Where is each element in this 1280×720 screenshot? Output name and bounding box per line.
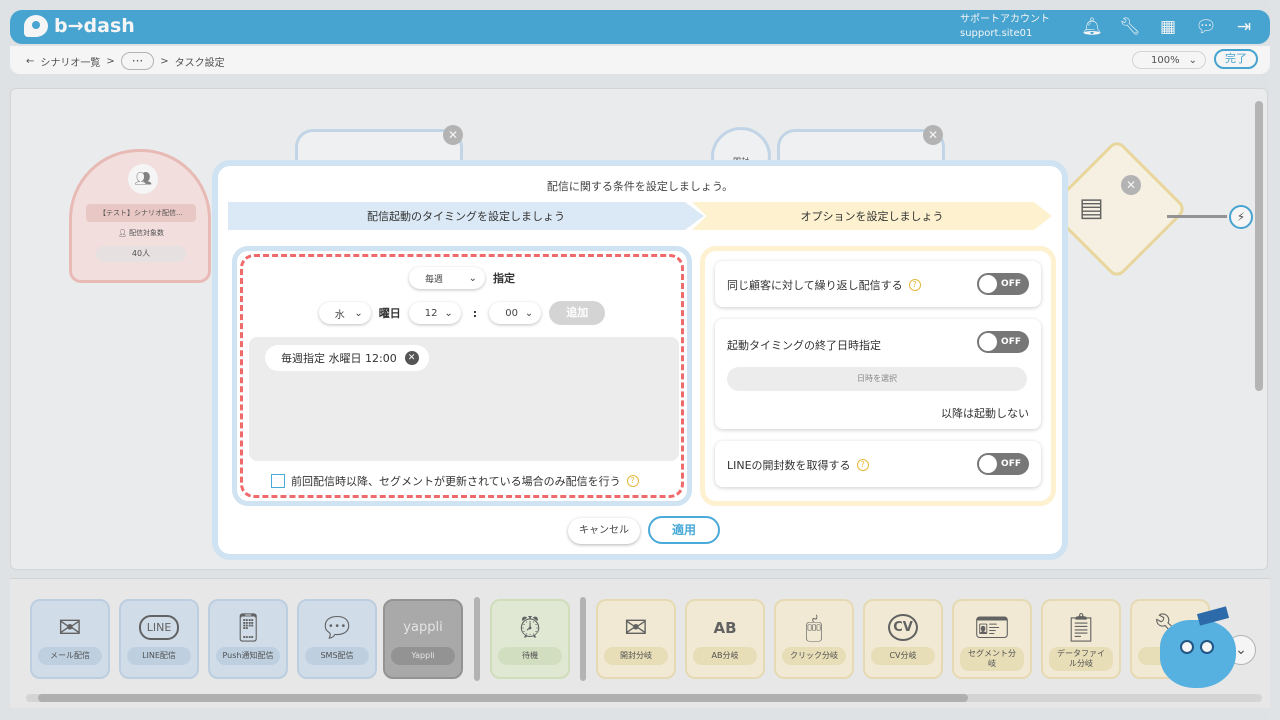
segment-update-label: 前回配信時以降、セグメントが更新されている場合のみ配信を行う — [291, 475, 621, 488]
hour-select[interactable]: 12 ⌄ — [408, 302, 461, 324]
minute-value: 00 — [505, 307, 518, 319]
schedule-chip-label: 毎週指定 水曜日 12:00 — [281, 352, 397, 365]
weekday-select[interactable]: 水 ⌄ — [318, 302, 371, 324]
repeat-toggle-state: OFF — [1001, 279, 1021, 289]
help-icon[interactable]: ? — [856, 459, 869, 471]
line-open-toggle-state: OFF — [1001, 459, 1021, 469]
time-colon: : — [472, 306, 478, 320]
condition-modal: 配信に関する条件を設定しましょう。 配信起動のタイミングを設定しましょう オプシ… — [212, 160, 1068, 560]
segment-update-option: 前回配信時以降、セグメントが更新されている場合のみ配信を行う ? — [271, 473, 639, 489]
add-button[interactable]: 追加 — [549, 301, 606, 325]
weekday-value: 水 — [334, 309, 345, 321]
chevron-down-icon: ⌄ — [468, 272, 477, 284]
toggle-knob — [979, 455, 997, 473]
end-date-toggle[interactable]: OFF — [977, 331, 1029, 353]
toggle-knob — [979, 333, 997, 351]
toggle-knob — [979, 275, 997, 293]
specify-label: 指定 — [493, 272, 515, 285]
datetime-select[interactable]: 日時を選択 — [727, 367, 1027, 391]
help-icon[interactable]: ? — [626, 475, 639, 487]
repeat-option: 同じ顧客に対して繰り返し配信する ? — [727, 277, 921, 293]
timing-panel: 毎週 ⌄ 指定 水 ⌄ 曜日 12 ⌄ : 00 ⌄ 追加 毎週指定 水曜日 1… — [232, 246, 692, 506]
timing-highlight-box: 毎週 ⌄ 指定 水 ⌄ 曜日 12 ⌄ : 00 ⌄ 追加 毎週指定 水曜日 1… — [240, 254, 684, 498]
line-open-toggle[interactable]: OFF — [977, 453, 1029, 475]
options-panel: 同じ顧客に対して繰り返し配信する ? OFF 起動タイミングの終了日時指定 OF… — [700, 246, 1056, 506]
frequency-select[interactable]: 毎週 ⌄ — [409, 267, 485, 289]
after-text: 以降は起動しない — [941, 407, 1029, 420]
segment-update-checkbox[interactable] — [271, 474, 285, 488]
end-date-option: 起動タイミングの終了日時指定 — [727, 337, 881, 353]
modal-title: 配信に関する条件を設定しましょう。 — [546, 180, 734, 193]
chevron-down-icon: ⌄ — [524, 307, 534, 319]
end-date-label: 起動タイミングの終了日時指定 — [727, 339, 881, 352]
repeat-label: 同じ顧客に対して繰り返し配信する — [727, 279, 903, 292]
minute-select[interactable]: 00 ⌄ — [489, 302, 542, 324]
end-date-option-card: 起動タイミングの終了日時指定 OFF 日時を選択 以降は起動しない — [715, 319, 1041, 429]
repeat-toggle[interactable]: OFF — [977, 273, 1029, 295]
repeat-option-card: 同じ顧客に対して繰り返し配信する ? OFF — [715, 261, 1041, 307]
help-icon[interactable]: ? — [908, 279, 921, 291]
apply-button[interactable]: 適用 — [648, 516, 720, 544]
step-options[interactable]: オプションを設定しましょう — [692, 202, 1052, 230]
line-open-option-card: LINEの開封数を取得する ? OFF — [715, 441, 1041, 487]
close-icon[interactable]: ✕ — [404, 351, 419, 365]
frequency-row: 毎週 ⌄ 指定 — [243, 267, 681, 289]
end-date-toggle-state: OFF — [1001, 337, 1021, 347]
schedule-list: 毎週指定 水曜日 12:00 ✕ — [249, 337, 679, 461]
line-open-option: LINEの開封数を取得する ? — [727, 457, 869, 473]
frequency-value: 毎週 — [425, 274, 444, 285]
line-open-label: LINEの開封数を取得する — [727, 459, 851, 472]
schedule-chip: 毎週指定 水曜日 12:00 ✕ — [265, 345, 429, 371]
step-timing[interactable]: 配信起動のタイミングを設定しましょう — [228, 202, 704, 230]
chevron-down-icon: ⌄ — [354, 307, 363, 319]
time-row: 水 ⌄ 曜日 12 ⌄ : 00 ⌄ 追加 — [243, 301, 681, 325]
weekday-label: 曜日 — [378, 307, 401, 320]
chevron-down-icon: ⌄ — [444, 307, 453, 319]
cancel-button[interactable]: キャンセル — [568, 518, 640, 544]
hour-value: 12 — [424, 307, 438, 319]
